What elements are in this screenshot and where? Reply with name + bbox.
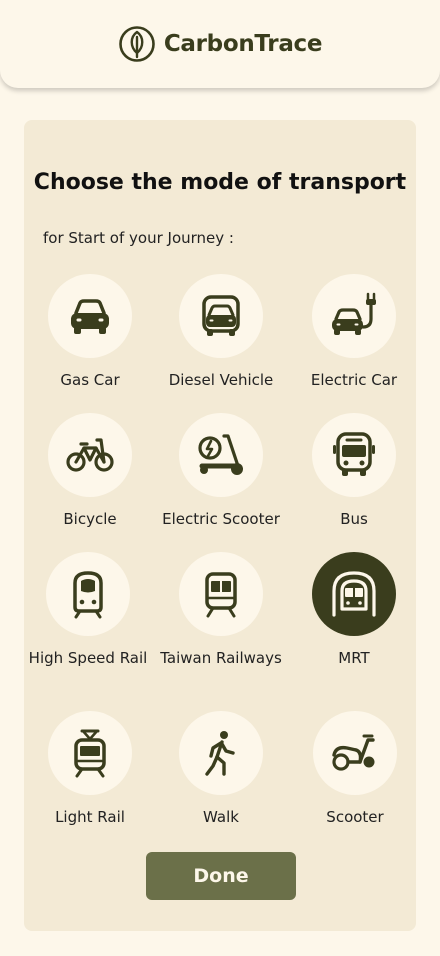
option-electric-scooter[interactable]: Electric Scooter xyxy=(151,413,291,531)
option-bicycle[interactable]: Bicycle xyxy=(20,413,160,531)
option-label: Electric Car xyxy=(310,371,398,389)
van-icon xyxy=(202,295,240,336)
option-electric-car[interactable]: Electric Car xyxy=(284,274,424,392)
option-label: Gas Car xyxy=(60,371,120,389)
option-taiwan-railways[interactable]: Taiwan Railways xyxy=(151,552,291,670)
option-label: Taiwan Railways xyxy=(160,649,282,667)
option-circle xyxy=(312,274,396,358)
option-label: Electric Scooter xyxy=(162,510,280,528)
option-high-speed-rail[interactable]: High Speed Rail xyxy=(18,552,158,670)
option-gas-car[interactable]: Gas Car xyxy=(20,274,160,392)
option-circle xyxy=(48,413,132,497)
option-mrt[interactable]: MRT xyxy=(284,552,424,670)
mrt-icon xyxy=(332,571,376,617)
option-diesel-vehicle[interactable]: Diesel Vehicle xyxy=(151,274,291,392)
option-circle xyxy=(179,274,263,358)
option-circle xyxy=(312,413,396,497)
option-label: Bicycle xyxy=(63,510,117,528)
car-icon xyxy=(71,299,109,334)
walk-icon xyxy=(205,731,235,776)
option-label: Bus xyxy=(340,510,368,528)
option-scooter[interactable]: Scooter xyxy=(285,711,425,829)
tram-icon xyxy=(74,729,106,778)
option-circle xyxy=(48,711,132,795)
page-subtitle: for Start of your Journey : xyxy=(43,229,234,247)
option-circle xyxy=(179,552,263,636)
option-circle xyxy=(48,274,132,358)
scooter-icon xyxy=(332,734,375,771)
option-label: MRT xyxy=(338,649,370,667)
option-circle-selected xyxy=(312,552,396,636)
high-speed-rail-icon xyxy=(73,571,103,619)
done-button[interactable]: Done xyxy=(146,852,296,900)
option-label: Light Rail xyxy=(55,808,125,826)
train-icon xyxy=(205,572,237,618)
bus-icon xyxy=(333,432,375,476)
leaf-icon xyxy=(119,26,155,62)
option-circle xyxy=(179,711,263,795)
option-label: Diesel Vehicle xyxy=(168,371,274,389)
app-name: CarbonTrace xyxy=(163,31,323,57)
option-light-rail[interactable]: Light Rail xyxy=(20,711,160,829)
app-header: CarbonTrace xyxy=(0,0,440,88)
electric-car-icon xyxy=(332,292,376,335)
electric-scooter-icon xyxy=(198,434,243,475)
option-bus[interactable]: Bus xyxy=(284,413,424,531)
option-walk[interactable]: Walk xyxy=(151,711,291,829)
option-circle xyxy=(179,413,263,497)
option-circle xyxy=(46,552,130,636)
page-title: Choose the mode of transport xyxy=(33,170,407,195)
option-label: High Speed Rail xyxy=(28,649,148,667)
option-label: Scooter xyxy=(326,808,384,826)
bicycle-icon xyxy=(66,438,114,472)
option-circle xyxy=(313,711,397,795)
option-label: Walk xyxy=(203,808,239,826)
